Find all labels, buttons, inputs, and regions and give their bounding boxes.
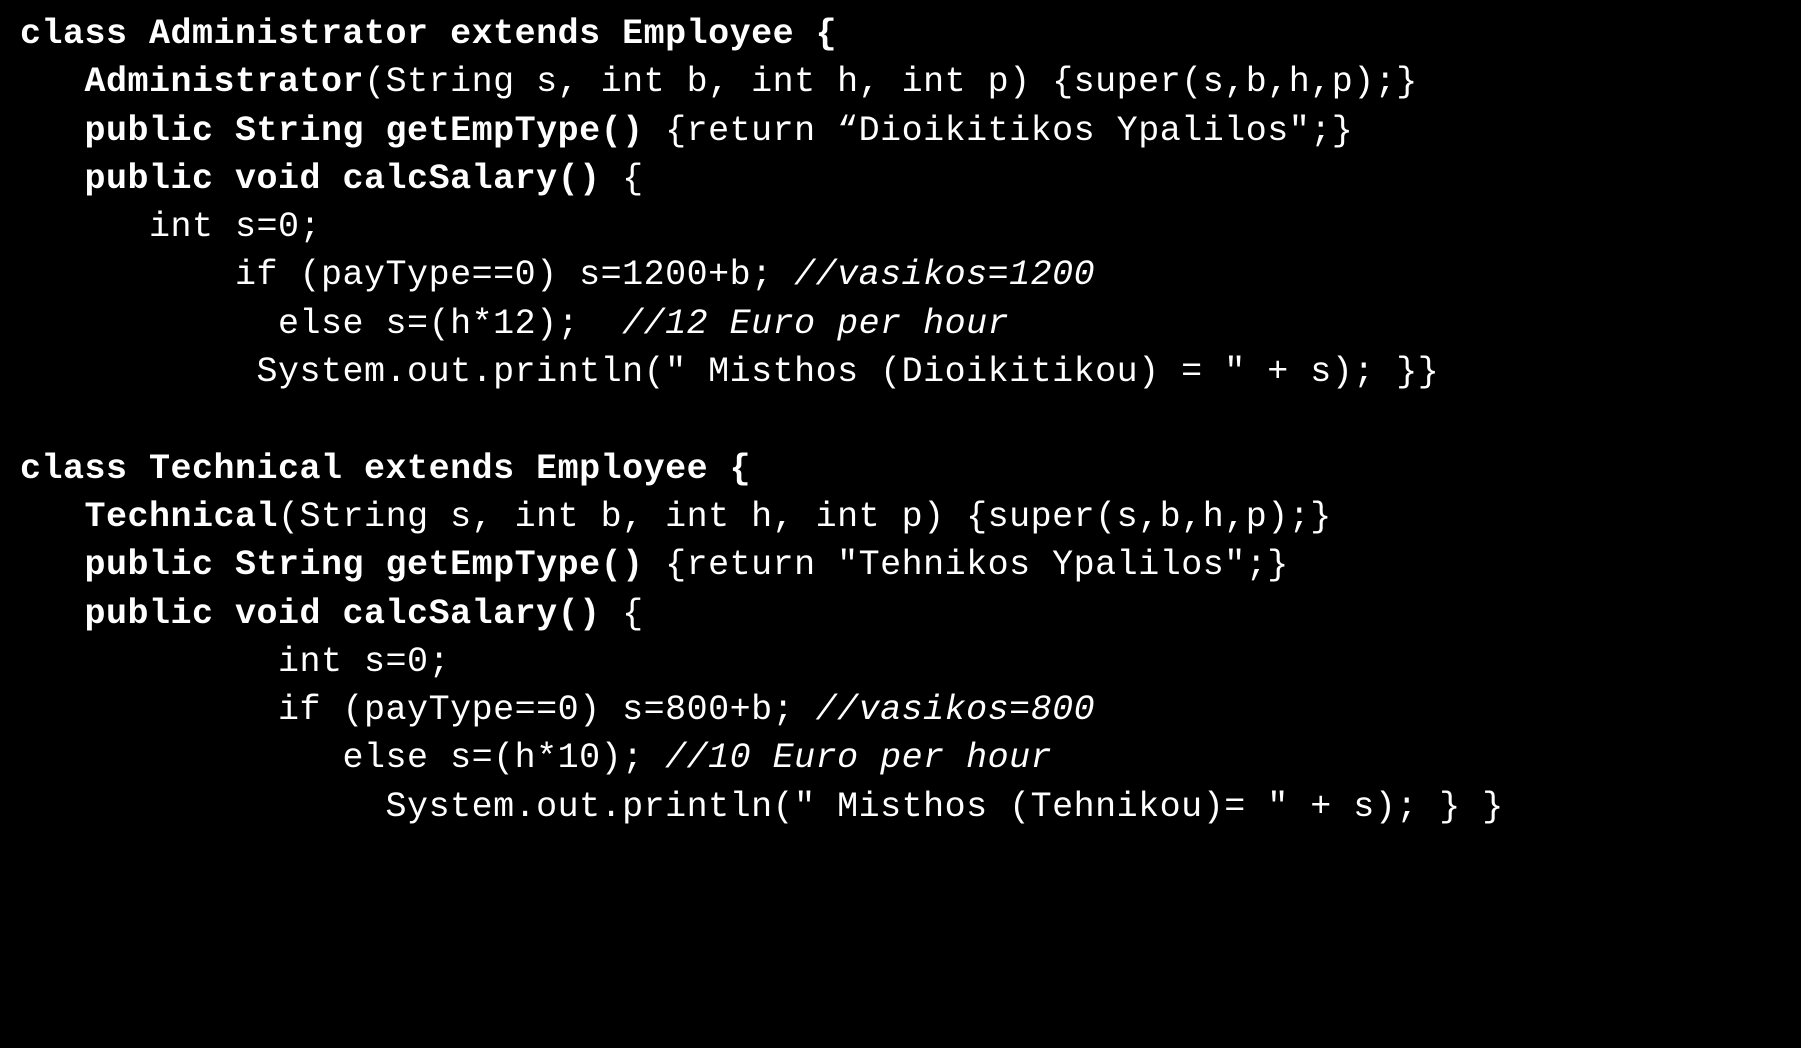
code-line: public String getEmpType() {return “Dioi… xyxy=(20,107,1801,155)
code-line: public void calcSalary() { xyxy=(20,155,1801,203)
code-token: public String getEmpType() xyxy=(20,111,644,151)
code-token: if (payType==0) s=800+b; xyxy=(20,690,816,730)
code-line xyxy=(20,396,1801,444)
code-line: Administrator(String s, int b, int h, in… xyxy=(20,58,1801,106)
code-token: {return “Dioikitikos Ypalilos";} xyxy=(644,111,1354,151)
code-token: class Administrator extends Employee { xyxy=(20,14,837,54)
code-token: else s=(h*10); xyxy=(20,738,665,778)
code-line: Technical(String s, int b, int h, int p)… xyxy=(20,493,1801,541)
code-line: else s=(h*12); //12 Euro per hour xyxy=(20,300,1801,348)
code-block: class Administrator extends Employee { A… xyxy=(0,0,1801,831)
code-token: public void calcSalary() xyxy=(20,159,601,199)
code-line: int s=0; xyxy=(20,638,1801,686)
code-token: //vasikos=1200 xyxy=(794,255,1095,295)
code-token: public void calcSalary() xyxy=(20,594,601,634)
code-line: System.out.println(" Misthos (Tehnikou)=… xyxy=(20,783,1801,831)
code-token: { xyxy=(601,159,644,199)
code-token: int s=0; xyxy=(20,642,450,682)
code-token: else s=(h*12); xyxy=(20,304,622,344)
code-token: class Technical extends Employee { xyxy=(20,449,751,489)
code-line: else s=(h*10); //10 Euro per hour xyxy=(20,734,1801,782)
code-line: class Administrator extends Employee { xyxy=(20,10,1801,58)
code-token: System.out.println(" Misthos (Tehnikou)=… xyxy=(20,787,1504,827)
code-line: public String getEmpType() {return "Tehn… xyxy=(20,541,1801,589)
code-line: if (payType==0) s=1200+b; //vasikos=1200 xyxy=(20,251,1801,299)
code-line: System.out.println(" Misthos (Dioikitiko… xyxy=(20,348,1801,396)
code-token: {return "Tehnikos Ypalilos";} xyxy=(644,545,1289,585)
code-token: public String getEmpType() xyxy=(20,545,644,585)
code-token: Technical xyxy=(20,497,278,537)
code-line: class Technical extends Employee { xyxy=(20,445,1801,493)
code-token: System.out.println(" Misthos (Dioikitiko… xyxy=(20,352,1439,392)
code-line: public void calcSalary() { xyxy=(20,590,1801,638)
code-token: int s=0; xyxy=(20,207,321,247)
code-token: (String s, int b, int h, int p) {super(s… xyxy=(278,497,1332,537)
code-token: (String s, int b, int h, int p) {super(s… xyxy=(364,62,1418,102)
code-token: //vasikos=800 xyxy=(816,690,1096,730)
code-token: //10 Euro per hour xyxy=(665,738,1052,778)
code-token: if (payType==0) s=1200+b; xyxy=(20,255,794,295)
code-line: int s=0; xyxy=(20,203,1801,251)
code-token: { xyxy=(601,594,644,634)
code-token: Administrator xyxy=(20,62,364,102)
code-token: //12 Euro per hour xyxy=(622,304,1009,344)
code-line: if (payType==0) s=800+b; //vasikos=800 xyxy=(20,686,1801,734)
